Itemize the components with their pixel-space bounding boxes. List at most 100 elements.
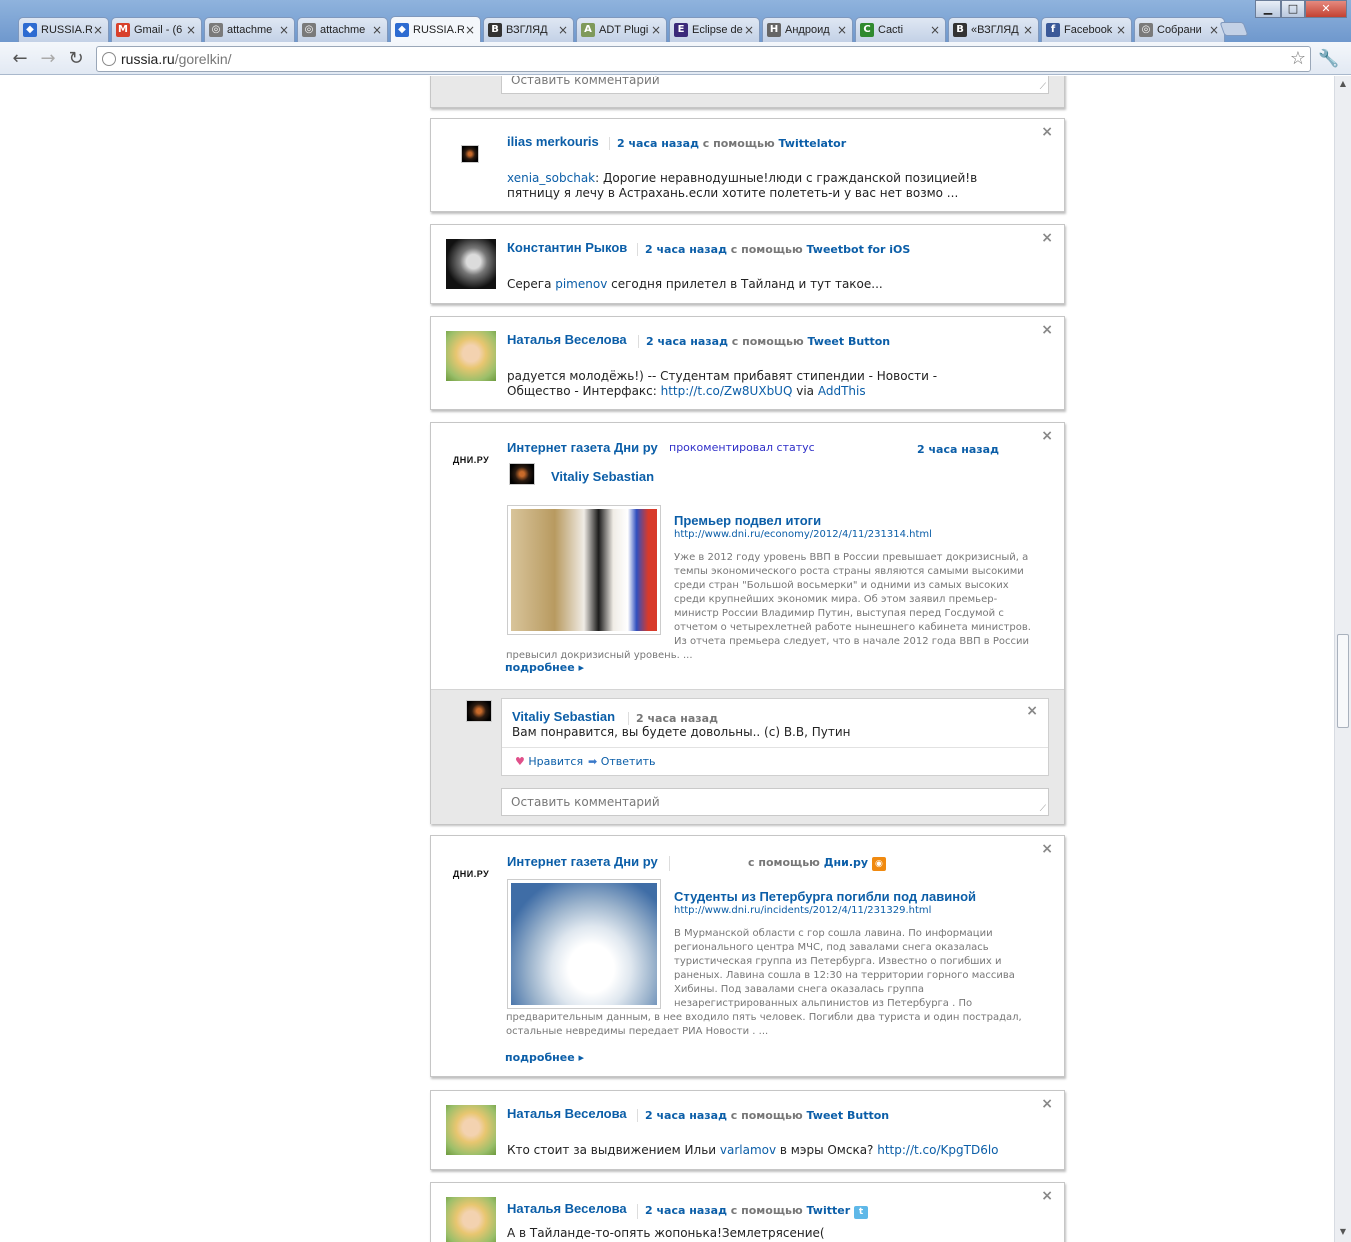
post-author[interactable]: ilias merkouris	[507, 134, 599, 149]
more-link[interactable]: подробнее ▸	[505, 1051, 584, 1064]
post-source[interactable]: Tweet Button	[808, 335, 891, 348]
scroll-up-icon[interactable]: ▲	[1337, 79, 1349, 91]
post-source[interactable]: Twittelator	[779, 137, 847, 150]
wrench-icon[interactable]: 🔧	[1318, 49, 1339, 69]
minimize-button[interactable]: ▁	[1255, 0, 1281, 18]
window-close-button[interactable]: ✕	[1305, 0, 1347, 18]
more-link[interactable]: подробнее ▸	[505, 661, 584, 674]
tab[interactable]: H Андроид ×	[762, 17, 853, 42]
post-source[interactable]: Twitter	[807, 1204, 851, 1217]
scroll-down-icon[interactable]: ▼	[1337, 1227, 1349, 1239]
tab-close-icon[interactable]: ×	[185, 23, 197, 37]
post-author[interactable]: Наталья Веселова	[507, 1201, 627, 1216]
post-time[interactable]: 2 часа назад	[646, 335, 728, 348]
tab-close-icon[interactable]: ×	[92, 23, 104, 37]
post-time[interactable]: 2 часа назад	[645, 243, 727, 256]
like-button[interactable]: ♥ Нравится	[515, 755, 583, 768]
tab-close-icon[interactable]: ×	[464, 23, 476, 37]
post-time[interactable]: 2 часа назад	[645, 1109, 727, 1122]
mention-link[interactable]: pimenov	[555, 277, 607, 291]
post-source[interactable]: Дни.ру	[824, 856, 868, 869]
address-bar[interactable]: russia.ru/gorelkin/ ☆	[96, 46, 1311, 72]
scroll-thumb[interactable]	[1337, 634, 1349, 728]
post-time[interactable]: 2 часа назад	[917, 443, 999, 456]
comment-author[interactable]: Vitaliy Sebastian	[512, 709, 615, 724]
tab[interactable]: E Eclipse de ×	[669, 17, 760, 42]
rss-icon[interactable]: ◉	[871, 857, 886, 871]
tab-close-icon[interactable]: ×	[1022, 23, 1034, 37]
sub-author[interactable]: Vitaliy Sebastian	[551, 469, 654, 484]
avatar[interactable]	[446, 1105, 496, 1155]
dni-logo[interactable]: ДНИ.РУ	[446, 849, 496, 899]
tab-close-icon[interactable]: ×	[743, 23, 755, 37]
article-title[interactable]: Премьер подвел итоги	[674, 513, 821, 528]
tab-close-icon[interactable]: ×	[371, 23, 383, 37]
close-icon[interactable]: ×	[1041, 230, 1053, 246]
tab[interactable]: B «ВЗГЛЯД ×	[948, 17, 1039, 42]
article-url[interactable]: http://www.dni.ru/economy/2012/4/11/2313…	[674, 529, 932, 540]
dni-logo[interactable]: ДНИ.РУ	[446, 435, 496, 485]
tab[interactable]: ◎ attachme ×	[297, 17, 388, 42]
post-time[interactable]: 2 часа назад	[645, 1204, 727, 1217]
post-source[interactable]: Tweetbot for iOS	[807, 243, 911, 256]
tab-close-icon[interactable]: ×	[1115, 23, 1127, 37]
avatar[interactable]	[461, 145, 479, 163]
short-link[interactable]: http://t.co/Zw8UXbUQ	[661, 384, 793, 398]
tab-close-icon[interactable]: ×	[1208, 23, 1220, 37]
post-author[interactable]: Наталья Веселова	[507, 332, 627, 347]
close-icon[interactable]: ×	[1041, 428, 1053, 444]
close-icon[interactable]: ×	[1041, 124, 1053, 140]
article-title[interactable]: Студенты из Петербурга погибли под лавин…	[674, 889, 976, 904]
article-url[interactable]: http://www.dni.ru/incidents/2012/4/11/23…	[674, 905, 931, 916]
tab-close-icon[interactable]: ×	[836, 23, 848, 37]
post-author[interactable]: Константин Рыков	[507, 240, 627, 255]
close-icon[interactable]: ×	[1026, 703, 1038, 719]
mention-link[interactable]: varlamov	[720, 1143, 776, 1157]
post-time[interactable]: 2 часа назад	[617, 137, 699, 150]
bookmark-star-icon[interactable]: ☆	[1290, 48, 1306, 69]
tab-close-icon[interactable]: ×	[650, 23, 662, 37]
post-text: Серега pimenov сегодня прилетел в Тайлан…	[507, 277, 883, 291]
post-meta: с помощью Дни.ру ◉	[669, 856, 886, 871]
reload-icon[interactable]: ↻	[65, 48, 87, 70]
new-tab-button[interactable]	[1219, 22, 1249, 36]
sub-avatar[interactable]	[509, 463, 535, 485]
addthis-link[interactable]: AddThis	[818, 384, 866, 398]
reply-button[interactable]: ➡ Ответить	[588, 755, 655, 768]
tab-close-icon[interactable]: ×	[278, 23, 290, 37]
tab[interactable]: C Cacti ×	[855, 17, 946, 42]
tab[interactable]: ◆ RUSSIA.R ×	[18, 17, 109, 42]
close-icon[interactable]: ×	[1041, 1096, 1053, 1112]
tab[interactable]: ◎ Собрани ×	[1134, 17, 1225, 42]
maximize-button[interactable]: □	[1281, 0, 1305, 18]
tab[interactable]: ◎ attachme ×	[204, 17, 295, 42]
post-source[interactable]: Tweet Button	[807, 1109, 890, 1122]
vertical-scrollbar[interactable]: ▲ ▼	[1334, 76, 1351, 1242]
close-icon[interactable]: ×	[1041, 841, 1053, 857]
close-icon[interactable]: ×	[1041, 1188, 1053, 1204]
comment-input[interactable]: Оставить комментарий ⟋	[501, 76, 1049, 94]
comment-time: 2 часа назад	[628, 712, 718, 725]
tab[interactable]: A ADT Plugi ×	[576, 17, 667, 42]
tab-close-icon[interactable]: ×	[557, 23, 569, 37]
tab[interactable]: M Gmail - (6 ×	[111, 17, 202, 42]
forward-arrow-icon[interactable]: →	[37, 48, 59, 70]
back-arrow-icon[interactable]: ←	[9, 48, 31, 70]
comment-input[interactable]: Оставить комментарий ⟋	[501, 788, 1049, 816]
avatar[interactable]	[446, 239, 496, 289]
close-icon[interactable]: ×	[1041, 322, 1053, 338]
tab[interactable]: B ВЗГЛЯД ×	[483, 17, 574, 42]
post-author[interactable]: Интернет газета Дни ру	[507, 440, 658, 455]
tab-favicon-icon: f	[1046, 23, 1060, 37]
tab[interactable]: ◆ RUSSIA.R ×	[390, 16, 481, 43]
avatar[interactable]	[446, 331, 496, 381]
post-author[interactable]: Наталья Веселова	[507, 1106, 627, 1121]
post-author[interactable]: Интернет газета Дни ру	[507, 854, 658, 869]
short-link[interactable]: http://t.co/KpgTD6lo	[877, 1143, 998, 1157]
commenter-avatar[interactable]	[466, 700, 492, 722]
mention-link[interactable]: xenia_sobchak	[507, 171, 595, 185]
avatar[interactable]	[446, 1197, 496, 1242]
tab[interactable]: f Facebook ×	[1041, 17, 1132, 42]
tab-title: «ВЗГЛЯД	[971, 24, 1019, 36]
tab-close-icon[interactable]: ×	[929, 23, 941, 37]
